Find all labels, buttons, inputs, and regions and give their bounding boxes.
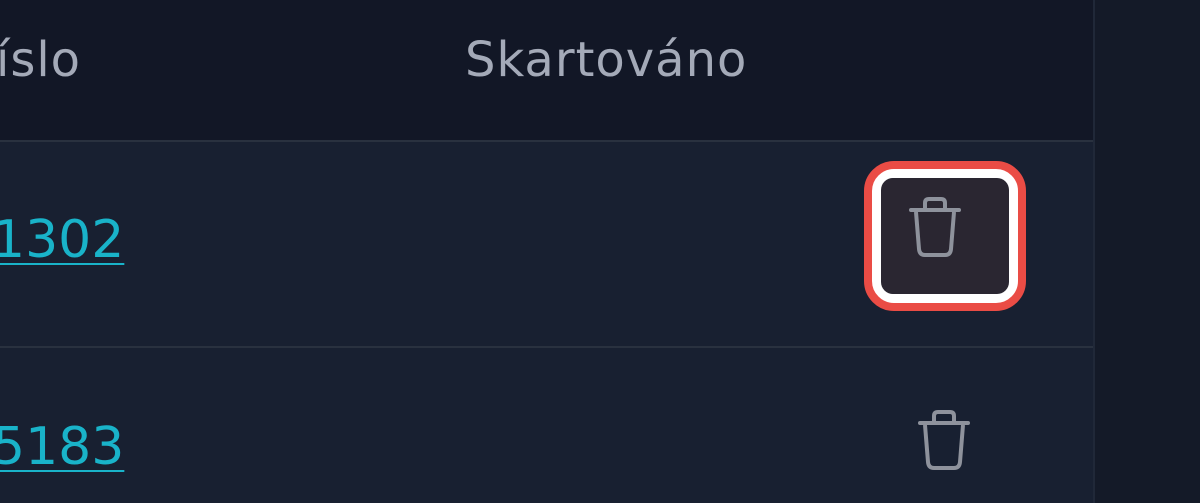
delete-button[interactable] — [908, 404, 980, 480]
column-header-number[interactable]: íslo — [0, 28, 81, 92]
table-row: 1302 — [0, 142, 1093, 348]
trash-icon — [918, 410, 970, 470]
trash-icon — [909, 197, 961, 257]
side-panel — [1095, 0, 1200, 503]
app-viewport: íslo Skartováno 1302 5183 — [0, 0, 1200, 503]
column-header-shredded[interactable]: Skartováno — [465, 28, 747, 92]
delete-button-surface — [881, 178, 1009, 294]
documents-table: íslo Skartováno 1302 5183 — [0, 0, 1093, 503]
document-number-link[interactable]: 1302 — [0, 210, 124, 270]
document-number-link[interactable]: 5183 — [0, 417, 124, 477]
table-header-row: íslo Skartováno — [0, 0, 1093, 142]
table-row: 5183 — [0, 348, 1093, 503]
delete-button[interactable] — [864, 161, 1026, 311]
